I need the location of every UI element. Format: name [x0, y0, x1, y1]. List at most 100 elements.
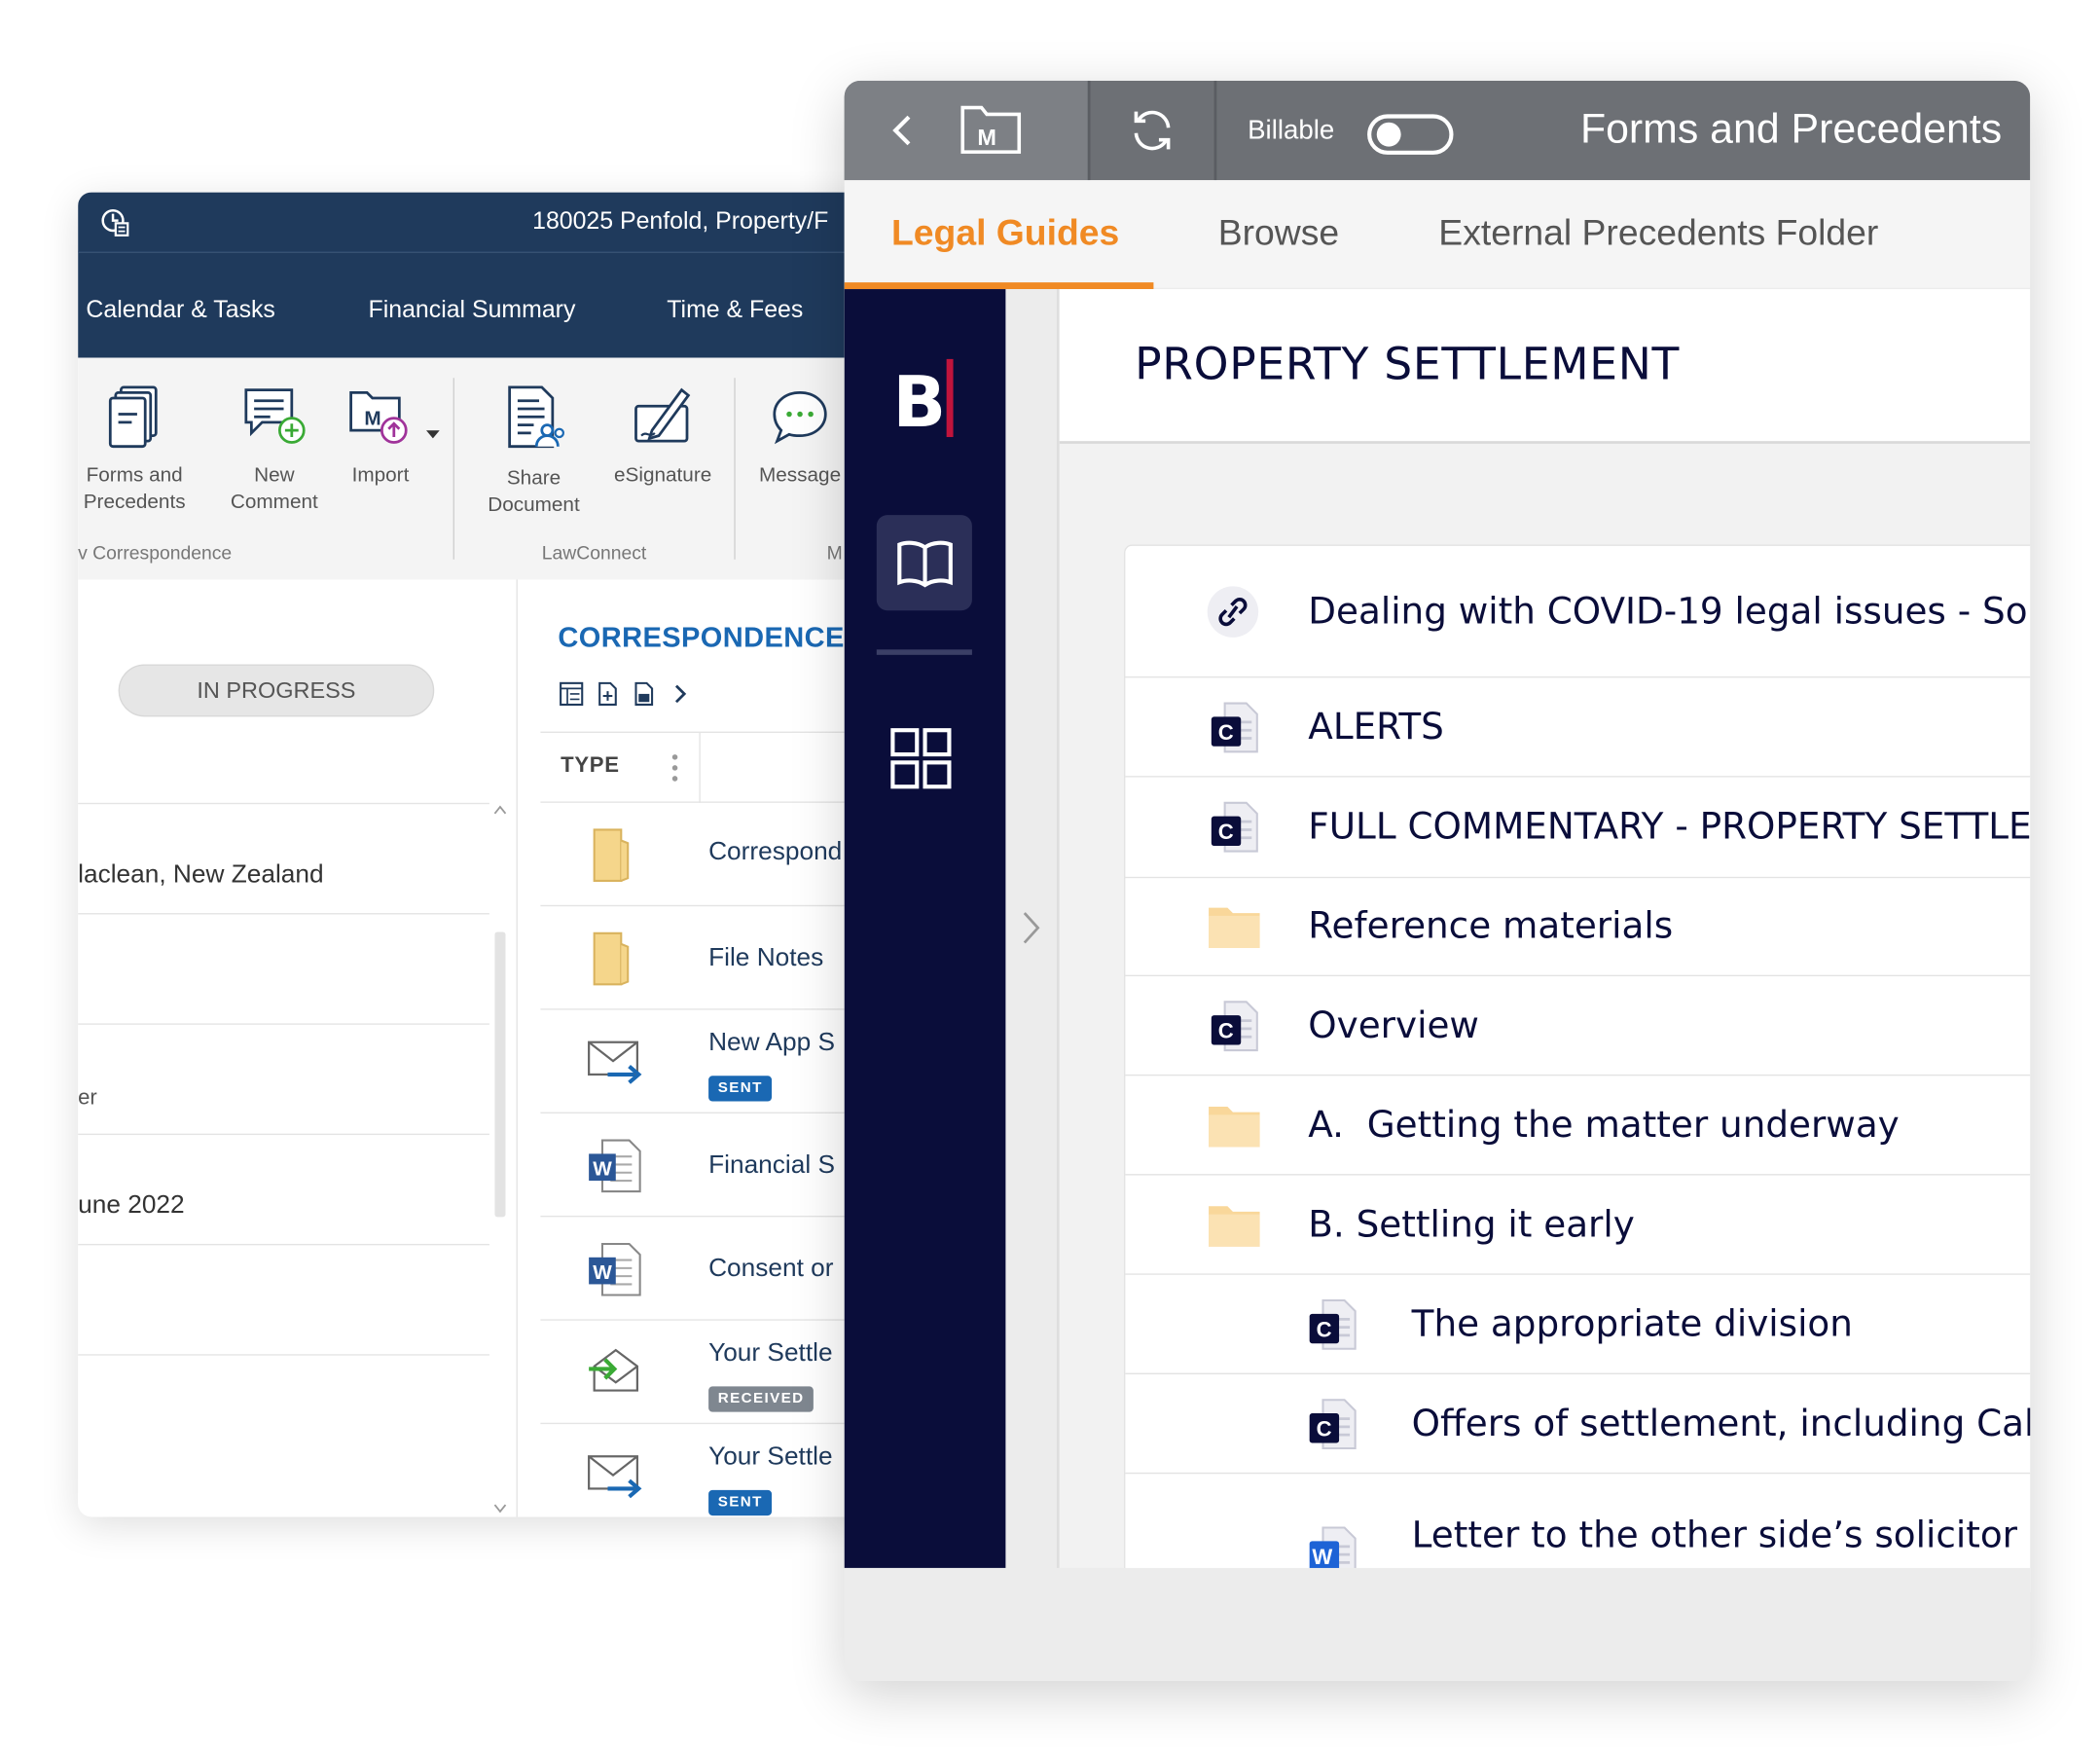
- list-item[interactable]: Reference materials: [1125, 878, 2031, 977]
- correspondence-panel: CORRESPONDENCE TYPE Correspond File Note…: [516, 579, 886, 1517]
- tab-calendar-tasks[interactable]: Calendar & Tasks: [86, 296, 274, 324]
- list-item[interactable]: C FULL COMMENTARY - PROPERTY SETTLE: [1125, 778, 2031, 879]
- app-menu-icon[interactable]: [99, 207, 131, 239]
- legal-guide-content: PROPERTY SETTLEMENT Dealing with COVID-1…: [1059, 289, 2031, 1594]
- detail-row: [78, 1245, 489, 1356]
- new-comment-icon: [244, 388, 306, 444]
- commentary-doc-icon: C: [1211, 1000, 1258, 1051]
- share-document-label-2: Document: [488, 493, 580, 517]
- matter-title-bar: 180025 Penfold, Property/F: [78, 192, 886, 253]
- rail-divider: [876, 649, 972, 655]
- detail-row-text: laclean, New Zealand: [78, 860, 324, 890]
- commentary-doc-icon: C: [1309, 1298, 1357, 1350]
- layout-icon[interactable]: [558, 680, 585, 708]
- word-doc-icon: W: [589, 1242, 641, 1296]
- status-badge[interactable]: IN PROGRESS: [118, 664, 435, 717]
- sent-badge: SENT: [708, 1489, 773, 1516]
- back-arrow-icon[interactable]: [890, 113, 915, 148]
- esignature-icon: [634, 387, 691, 443]
- tab-external-precedents-folder[interactable]: External Precedents Folder: [1438, 212, 1878, 254]
- forms-precedents-label: Forms and: [86, 463, 183, 488]
- expand-chevron-icon[interactable]: [1022, 910, 1040, 945]
- item-label: FULL COMMENTARY - PROPERTY SETTLE: [1308, 806, 2031, 849]
- folder-icon: [593, 931, 630, 986]
- new-comment-button[interactable]: New Comment: [218, 384, 331, 516]
- svg-text:C: C: [1218, 820, 1234, 844]
- list-item[interactable]: C ALERTS: [1125, 677, 2031, 778]
- folder-icon: [1209, 907, 1260, 949]
- table-row[interactable]: Correspond: [540, 803, 886, 907]
- list-item[interactable]: A. Getting the matter underway: [1125, 1076, 2031, 1176]
- email-sent-icon: [588, 1040, 642, 1084]
- guide-item-list: Dealing with COVID-19 legal issues - Som…: [1124, 544, 2031, 1594]
- window-title: Forms and Precedents: [1579, 104, 2003, 153]
- row-label: File Notes: [708, 943, 824, 972]
- side-rail: B: [844, 289, 1006, 1568]
- add-document-icon[interactable]: [595, 680, 622, 708]
- table-header: TYPE: [540, 731, 886, 803]
- scroll-up-icon[interactable]: [493, 804, 507, 815]
- message-button[interactable]: Message: [746, 384, 854, 490]
- table-row[interactable]: W Consent or: [540, 1217, 886, 1321]
- chevron-right-icon[interactable]: [673, 684, 687, 704]
- ribbon-divider-2: [734, 378, 736, 560]
- table-row[interactable]: New App S SENT: [540, 1010, 886, 1113]
- billable-toggle[interactable]: [1367, 114, 1454, 155]
- group-correspondence-label: v Correspondence: [78, 541, 233, 564]
- forms-stack-icon: [108, 385, 158, 449]
- grid-apps-icon[interactable]: [890, 727, 953, 789]
- upload-document-icon[interactable]: [631, 680, 658, 708]
- page-title-bar: PROPERTY SETTLEMENT: [1059, 289, 2031, 444]
- import-dropdown-icon[interactable]: [425, 430, 440, 439]
- legal-guides-rail-button[interactable]: [876, 515, 972, 611]
- share-document-label: Share: [506, 466, 561, 490]
- share-document-button[interactable]: Share Document: [476, 384, 592, 519]
- esignature-button[interactable]: eSignature: [602, 384, 723, 490]
- folder-icon: [1209, 1106, 1260, 1147]
- list-item[interactable]: B. Settling it early: [1125, 1176, 2031, 1275]
- forms-precedents-button[interactable]: Forms and Precedents: [78, 384, 191, 516]
- scroll-down-icon[interactable]: [493, 1504, 507, 1515]
- commentary-doc-icon: C: [1211, 801, 1258, 853]
- folder-icon: [593, 828, 630, 882]
- refresh-icon[interactable]: [1128, 106, 1177, 155]
- list-item[interactable]: C The appropriate division: [1125, 1275, 2031, 1374]
- import-button[interactable]: M Import: [339, 384, 422, 490]
- collapse-rail[interactable]: [1005, 289, 1060, 1568]
- commentary-doc-icon: C: [1309, 1398, 1357, 1449]
- tab-browse[interactable]: Browse: [1218, 212, 1339, 254]
- message-icon: [773, 391, 827, 445]
- list-item[interactable]: C Offers of settlement, including Calder…: [1125, 1374, 2031, 1475]
- tab-financial-summary[interactable]: Financial Summary: [369, 296, 576, 324]
- correspondence-heading: CORRESPONDENCE: [558, 622, 845, 654]
- svg-text:C: C: [1317, 1317, 1332, 1341]
- scroll-thumb[interactable]: [494, 931, 506, 1218]
- column-menu-icon[interactable]: [670, 753, 678, 783]
- folder-icon: [1209, 1205, 1260, 1247]
- link-icon: [1207, 585, 1259, 638]
- forms-precedents-window: M Billable Forms and Precedents Legal Gu…: [844, 80, 2031, 1682]
- ribbon-divider: [453, 378, 454, 560]
- matter-window: 180025 Penfold, Property/F Calendar & Ta…: [78, 192, 886, 1517]
- detail-row-text: une 2022: [78, 1191, 185, 1221]
- tab-time-fees[interactable]: Time & Fees: [667, 296, 803, 324]
- table-row[interactable]: W Financial S: [540, 1113, 886, 1218]
- table-row[interactable]: Your Settle RECEIVED: [540, 1321, 886, 1425]
- table-row[interactable]: Your Settle SENT: [540, 1424, 885, 1516]
- tab-legal-guides[interactable]: Legal Guides: [891, 212, 1119, 254]
- list-item[interactable]: Dealing with COVID-19 legal issues - Som…: [1125, 546, 2031, 678]
- svg-text:C: C: [1218, 719, 1234, 744]
- share-document-icon: [508, 385, 564, 449]
- matter-folder-icon[interactable]: M: [959, 102, 1022, 156]
- import-icon: M: [349, 391, 408, 444]
- import-label: Import: [351, 463, 410, 488]
- item-label: Dealing with COVID-19 legal issues - Som…: [1308, 590, 2030, 633]
- svg-text:C: C: [1218, 1018, 1234, 1042]
- list-item[interactable]: C Overview: [1125, 976, 2031, 1077]
- esignature-label: eSignature: [614, 463, 712, 488]
- toolbar-divider: [1087, 80, 1091, 181]
- table-row[interactable]: File Notes: [540, 906, 886, 1010]
- item-label: ALERTS: [1308, 706, 1444, 748]
- scrollbar[interactable]: [492, 804, 509, 1516]
- type-column-header[interactable]: TYPE: [561, 754, 620, 779]
